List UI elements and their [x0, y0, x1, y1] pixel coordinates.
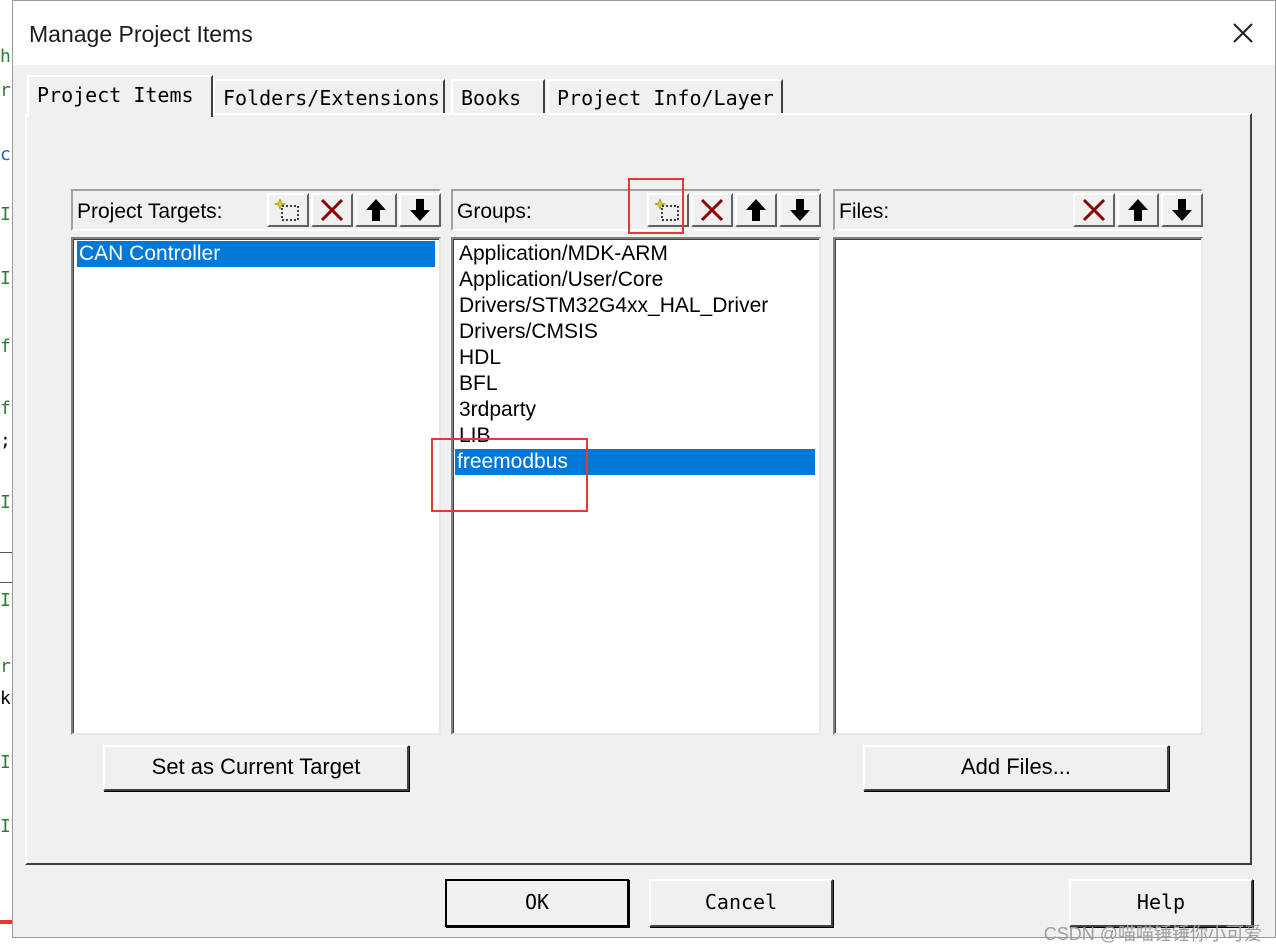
move-target-down-button[interactable] — [399, 193, 441, 227]
delete-icon — [1082, 198, 1106, 222]
list-item[interactable]: 3rdparty — [457, 397, 536, 423]
delete-group-button[interactable] — [691, 193, 733, 227]
delete-icon — [320, 198, 344, 222]
button-label: OK — [524, 890, 550, 914]
delete-file-button[interactable] — [1073, 193, 1115, 227]
tab-panel-project-items: Project Targets: CAN Controller Set as C… — [25, 113, 1252, 865]
new-group-button[interactable] — [647, 193, 689, 227]
manage-project-items-dialog: Manage Project Items Project Items Folde… — [12, 0, 1276, 938]
move-group-up-button[interactable] — [735, 193, 777, 227]
tab-label: Project Items — [37, 83, 194, 107]
move-target-up-button[interactable] — [355, 193, 397, 227]
move-down-icon — [790, 199, 810, 221]
button-label: Cancel — [704, 890, 778, 914]
tab-folders-extensions[interactable]: Folders/Extensions — [213, 79, 445, 113]
groups-header: Groups: — [451, 189, 821, 231]
tab-label: Folders/Extensions — [223, 86, 440, 110]
list-item[interactable]: freemodbus — [455, 449, 815, 475]
title-bar: Manage Project Items — [13, 1, 1275, 65]
list-item[interactable]: Application/User/Core — [457, 267, 663, 293]
list-item[interactable]: CAN Controller — [77, 241, 435, 267]
new-item-icon — [654, 198, 679, 221]
move-up-icon — [746, 199, 766, 221]
tab-label: Project Info/Layer — [557, 86, 774, 110]
move-group-down-button[interactable] — [779, 193, 821, 227]
tab-books[interactable]: Books — [451, 79, 545, 113]
targets-list[interactable]: CAN Controller — [71, 237, 441, 735]
targets-header: Project Targets: — [71, 189, 441, 231]
move-down-icon — [410, 199, 430, 221]
button-label: Help — [1136, 890, 1186, 914]
list-item[interactable]: HDL — [457, 345, 501, 371]
list-item[interactable]: Application/MDK-ARM — [457, 241, 668, 267]
button-label: Add Files... — [960, 754, 1072, 779]
add-files-button[interactable]: Add Files... — [863, 745, 1169, 791]
tab-label: Books — [461, 86, 522, 110]
list-item[interactable]: Drivers/CMSIS — [457, 319, 598, 345]
list-item[interactable]: BFL — [457, 371, 498, 397]
tab-project-items[interactable]: Project Items — [27, 75, 213, 117]
close-icon — [1233, 23, 1253, 43]
files-header: Files: — [833, 189, 1203, 231]
close-button[interactable] — [1225, 15, 1261, 51]
window-title: Manage Project Items — [29, 21, 253, 47]
button-label: Set as Current Target — [151, 754, 361, 779]
targets-label: Project Targets: — [77, 200, 223, 223]
list-item[interactable]: LIB — [457, 423, 491, 449]
set-as-current-target-button[interactable]: Set as Current Target — [103, 745, 409, 791]
move-up-icon — [366, 199, 386, 221]
files-list[interactable] — [833, 237, 1203, 735]
background-editor-strip: h r c I I f f ; I I r k I I — [0, 0, 12, 950]
watermark: CSDN @喵喵锤锤你小可爱 — [1043, 924, 1262, 944]
new-target-button[interactable] — [267, 193, 309, 227]
files-label: Files: — [839, 200, 890, 223]
delete-icon — [700, 198, 724, 222]
ok-button[interactable]: OK — [445, 879, 629, 927]
groups-label: Groups: — [457, 200, 532, 223]
move-file-up-button[interactable] — [1117, 193, 1159, 227]
move-up-icon — [1128, 199, 1148, 221]
move-down-icon — [1172, 199, 1192, 221]
move-file-down-button[interactable] — [1161, 193, 1203, 227]
delete-target-button[interactable] — [311, 193, 353, 227]
new-item-icon — [274, 198, 299, 221]
cancel-button[interactable]: Cancel — [649, 879, 833, 927]
tab-project-info-layer[interactable]: Project Info/Layer — [547, 79, 783, 113]
groups-list[interactable]: Application/MDK-ARM Application/User/Cor… — [451, 237, 821, 735]
list-item[interactable]: Drivers/STM32G4xx_HAL_Driver — [457, 293, 768, 319]
